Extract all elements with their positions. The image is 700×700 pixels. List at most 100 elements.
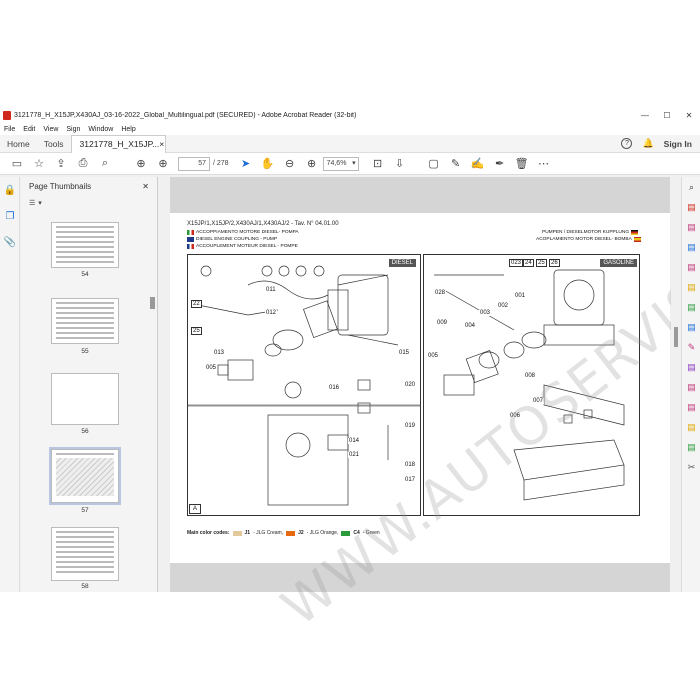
create-pdf-icon[interactable]: ▤ xyxy=(682,217,700,237)
help-icon[interactable]: ? xyxy=(621,138,633,149)
notifications-icon[interactable]: 🔔 xyxy=(642,138,653,149)
acrobat-app-icon xyxy=(3,111,11,120)
page-total: / 278 xyxy=(213,160,229,167)
search-icon[interactable]: ⌕ xyxy=(682,177,700,197)
zoom-level-select[interactable]: 74,6% ▾ xyxy=(322,156,359,171)
gasoline-diagram-panel: GASOLINE 028 009 004 003 002 001 005 008… xyxy=(423,254,640,516)
thumbnail-page-54[interactable] xyxy=(51,222,119,268)
swatch-j1 xyxy=(232,530,242,536)
more-tools-icon[interactable]: ⋯ xyxy=(533,155,555,173)
thumbnail-label: 55 xyxy=(81,348,89,355)
lang-row-it: ACCOPPIAMENTO MOTORE DIESEL- POMPA xyxy=(187,230,299,235)
menu-view[interactable]: View xyxy=(43,126,58,133)
pages-icon[interactable]: ❐ xyxy=(0,203,20,229)
lang-row-en: DIESEL ENGINE COUPLING - PUMP xyxy=(187,237,277,242)
thumbnail-page-55[interactable] xyxy=(51,298,119,344)
request-signature-icon[interactable]: ▤ xyxy=(682,377,700,397)
tab-bar: Home Tools 3121778_H_X15JP... × ? 🔔 Sign… xyxy=(0,134,700,153)
thumbnail-label: 58 xyxy=(81,583,89,590)
comment-icon[interactable]: ▤ xyxy=(682,277,700,297)
organize-pages-icon[interactable]: ▤ xyxy=(682,257,700,277)
title-bar: 3121778_H_X15JP,X430AJ_03-16-2022_Global… xyxy=(0,108,700,123)
save-icon[interactable]: ▭ xyxy=(6,155,28,173)
page-header: X15JP/1,X15JP/2,X430AJ/1,X430AJ/2 - Tav.… xyxy=(187,221,339,227)
next-page-icon[interactable]: ⊕ xyxy=(152,155,174,173)
protect-icon[interactable]: ▤ xyxy=(682,357,700,377)
hand-tool-icon[interactable]: ✋ xyxy=(257,155,279,173)
tab-close-icon[interactable]: × xyxy=(159,139,164,149)
menu-file[interactable]: File xyxy=(4,126,15,133)
gasoline-tag: GASOLINE xyxy=(600,259,637,267)
diesel-tag: DIESEL xyxy=(388,259,416,267)
print-icon[interactable]: ⎙ xyxy=(72,155,94,173)
scroll-mode-icon[interactable]: ⇩ xyxy=(389,155,411,173)
sign-in-button[interactable]: Sign In xyxy=(664,139,692,149)
detail-a-tag: A xyxy=(189,504,202,514)
stamp-icon[interactable]: ▤ xyxy=(682,417,700,437)
main-toolbar: ▭ ☆ ⇪ ⎙ ⌕ ⊕ ⊕ 57 / 278 ➤ ✋ ⊖ ⊕ 74,6% ▾ ⊡… xyxy=(0,153,700,175)
page-number-input[interactable]: 57 xyxy=(178,156,210,171)
attachment-icon[interactable]: 📎 xyxy=(0,229,20,255)
document-view: X15JP/1,X15JP/2,X430AJ/1,X430AJ/2 - Tav.… xyxy=(170,128,700,638)
search-icon[interactable]: ⌕ xyxy=(94,155,116,173)
menu-window[interactable]: Window xyxy=(88,126,113,133)
thumbnail-page-56[interactable] xyxy=(51,373,119,425)
right-tools-rail: ⌕ ▤ ▤ ▤ ▤ ▤ ▤ ▤ ✎ ▤ ▤ ▤ ▤ ▤ ✂ xyxy=(681,177,700,592)
menu-edit[interactable]: Edit xyxy=(23,126,35,133)
thumbnail-label: 56 xyxy=(81,428,89,435)
lang-row-de: PUMPEN / DIESELMOTOR KUPPLUNG xyxy=(542,230,639,235)
scan-icon[interactable]: ▤ xyxy=(682,437,700,457)
menu-help[interactable]: Help xyxy=(121,126,135,133)
swatch-j2 xyxy=(286,530,296,536)
tab-document[interactable]: 3121778_H_X15JP... × xyxy=(70,134,166,153)
thumbnails-close-icon[interactable]: ✕ xyxy=(142,182,149,191)
export-pdf-icon[interactable]: ▤ xyxy=(682,197,700,217)
compress-pdf-icon[interactable]: ▤ xyxy=(682,317,700,337)
menu-sign[interactable]: Sign xyxy=(66,126,80,133)
chevron-down-icon: ▾ xyxy=(352,159,356,167)
page-thumbnails-panel: Page Thumbnails ✕ ☰ ▾ 54 55 56 57 58 xyxy=(21,177,158,592)
bookmark-star-icon[interactable]: ☆ xyxy=(28,155,50,173)
minimize-button[interactable]: — xyxy=(634,111,656,120)
highlight-pen-icon[interactable]: ✎ xyxy=(445,155,467,173)
pdf-page: X15JP/1,X15JP/2,X430AJ/1,X430AJ/2 - Tav.… xyxy=(170,128,700,638)
window-title: 3121778_H_X15JP,X430AJ_03-16-2022_Global… xyxy=(14,112,357,119)
fit-page-icon[interactable]: ⊡ xyxy=(367,155,389,173)
comment-icon[interactable]: ▢ xyxy=(423,155,445,173)
upload-icon[interactable]: ⇪ xyxy=(50,155,72,173)
fill-sign-icon[interactable]: ✎ xyxy=(682,337,700,357)
edit-pdf-icon[interactable]: ▤ xyxy=(682,237,700,257)
close-window-button[interactable]: ✕ xyxy=(678,111,700,120)
lock-icon[interactable]: 🔒 xyxy=(0,177,20,203)
maximize-button[interactable]: ☐ xyxy=(656,111,678,120)
tools-icon[interactable]: ✂ xyxy=(682,457,700,477)
thumbnails-options-icon[interactable]: ☰ xyxy=(29,199,35,207)
select-cursor-icon[interactable]: ➤ xyxy=(235,155,257,173)
combine-files-icon[interactable]: ▤ xyxy=(682,297,700,317)
thumbnail-page-58[interactable] xyxy=(51,527,119,581)
thumbnail-label: 54 xyxy=(81,271,89,278)
spain-flag-icon xyxy=(633,237,641,242)
zoom-in-icon[interactable]: ⊕ xyxy=(301,155,323,173)
zoom-out-icon[interactable]: ⊖ xyxy=(279,155,301,173)
fill-sign-icon[interactable]: ✒ xyxy=(489,155,511,173)
swatch-c4 xyxy=(341,530,351,536)
tab-tools[interactable]: Tools xyxy=(37,135,71,153)
tab-home[interactable]: Home xyxy=(0,135,37,153)
redact-icon[interactable]: ▤ xyxy=(682,397,700,417)
tab-document-label: 3121778_H_X15JP... xyxy=(79,139,160,149)
thumbnails-scrollbar[interactable] xyxy=(150,217,155,587)
zoom-level-value: 74,6% xyxy=(326,159,347,167)
thumbnail-label: 57 xyxy=(81,507,89,514)
france-flag-icon xyxy=(187,244,194,249)
draw-icon[interactable]: ✍ xyxy=(467,155,489,173)
thumbnail-page-57[interactable] xyxy=(49,447,121,505)
previous-page-icon[interactable]: ⊕ xyxy=(130,155,152,173)
color-codes-legend: Main color codes: J1 - JLG Cream, J2 - J… xyxy=(187,530,380,536)
germany-flag-icon xyxy=(631,230,639,235)
document-scrollbar[interactable] xyxy=(671,177,681,592)
chevron-down-icon[interactable]: ▾ xyxy=(38,199,42,207)
diesel-diagram-panel: DIESEL A 22 25 011 012 013 005 015 016 0… xyxy=(187,254,421,516)
acrobat-window: 3121778_H_X15JP,X430AJ_03-16-2022_Global… xyxy=(0,108,700,638)
delete-icon[interactable]: 🗑 xyxy=(511,155,533,173)
